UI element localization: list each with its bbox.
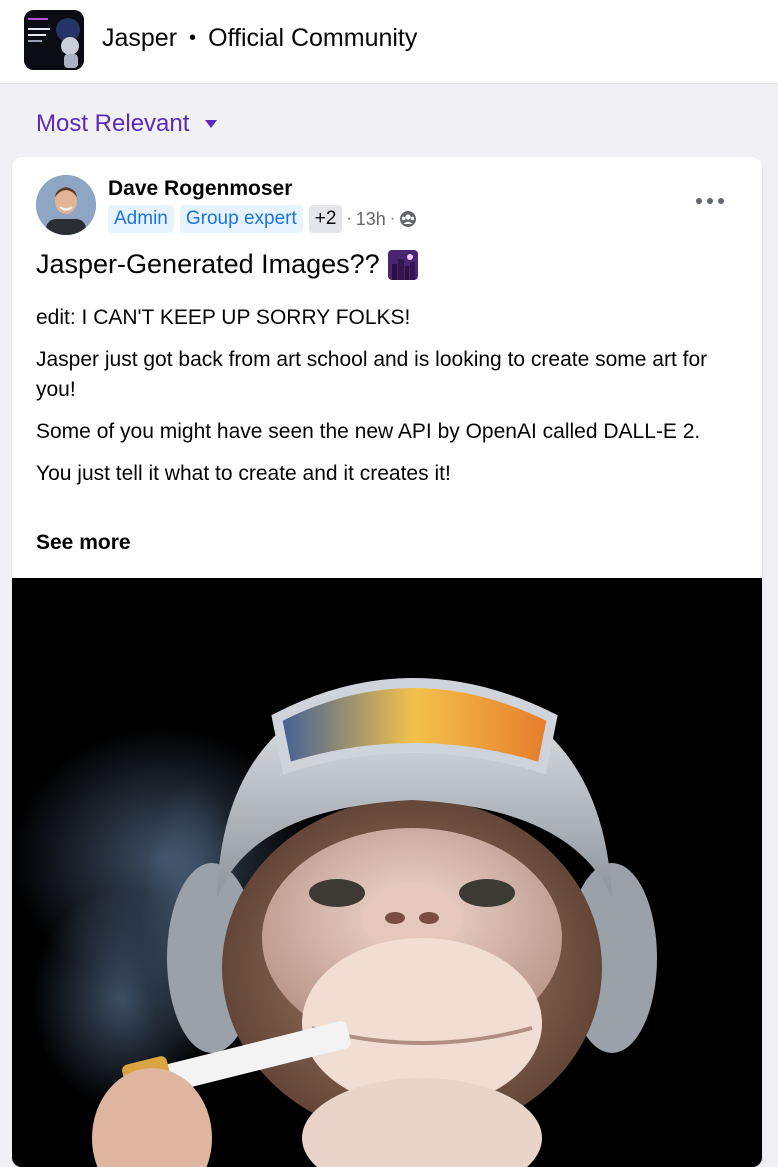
title-separator: • xyxy=(189,27,197,49)
post-time[interactable]: 13h xyxy=(356,209,386,230)
post-paragraph: edit: I CAN'T KEEP UP SORRY FOLKS! xyxy=(36,306,411,329)
meta-dot: · xyxy=(389,210,396,227)
badge-more[interactable]: +2 xyxy=(308,205,343,233)
badge-group-expert[interactable]: Group expert xyxy=(179,205,303,233)
badge-admin[interactable]: Admin xyxy=(108,205,174,233)
sort-dropdown[interactable]: Most Relevant xyxy=(36,110,218,138)
sort-label[interactable]: Most Relevant xyxy=(36,110,189,138)
post-paragraph: Some of you might have seen the new API … xyxy=(36,420,701,443)
author-name[interactable]: Dave Rogenmoser xyxy=(108,177,292,201)
group-subtitle: Official Community xyxy=(208,24,418,52)
post-image[interactable] xyxy=(12,578,762,1167)
group-title[interactable]: Jasper • Official Community xyxy=(102,24,417,53)
caret-down-icon xyxy=(205,120,218,128)
post-meta: Admin Group expert +2 · 13h · xyxy=(108,205,417,233)
post-title-text: Jasper-Generated Images?? xyxy=(36,249,380,279)
more-options-icon[interactable] xyxy=(696,191,724,211)
group-name[interactable]: Jasper xyxy=(102,24,177,53)
post-title: Jasper-Generated Images?? xyxy=(36,249,418,280)
post-card: Dave Rogenmoser Admin Group expert +2 · … xyxy=(12,157,762,1167)
post-paragraph: Jasper just got back from art school and… xyxy=(36,348,708,401)
group-header: Jasper • Official Community xyxy=(0,0,778,84)
group-thumbnail[interactable] xyxy=(24,10,84,70)
post-paragraph: You just tell it what to create and it c… xyxy=(36,462,451,485)
avatar[interactable] xyxy=(36,175,96,235)
night-city-emoji xyxy=(387,249,418,280)
see-more-link[interactable]: See more xyxy=(36,531,131,555)
post-body: edit: I CAN'T KEEP UP SORRY FOLKS! Jaspe… xyxy=(36,303,736,501)
meta-dot: · xyxy=(346,210,352,227)
members-audience-icon xyxy=(399,210,417,228)
